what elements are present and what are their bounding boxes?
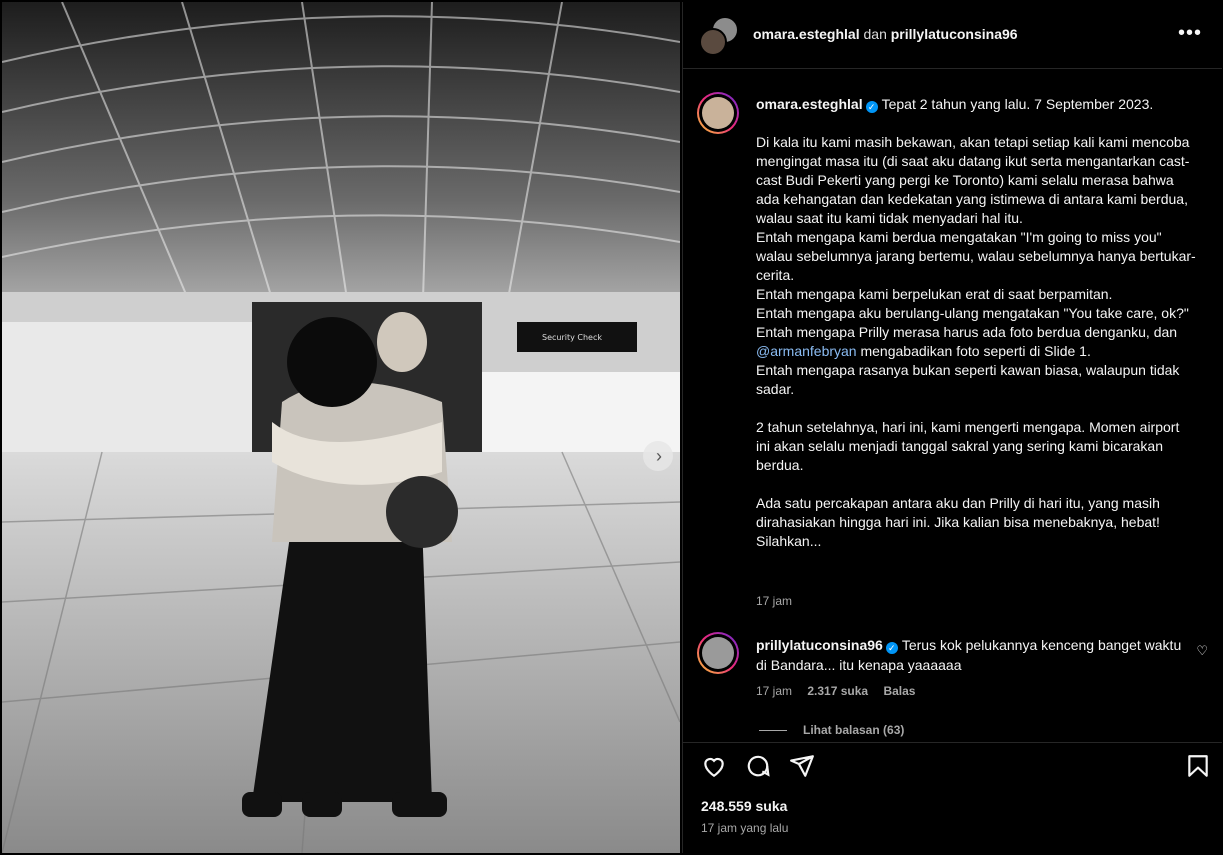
share-paper-plane-icon[interactable] — [789, 753, 815, 784]
comments-section[interactable]: omara.esteghlal ✓ Tepat 2 tahun yang lalu.… — [683, 69, 1222, 742]
post-authors: omara.esteghlal dan prillylatuconsina96 — [753, 26, 1018, 42]
caption-first-line: Tepat 2 tahun yang lalu. 7 September 202… — [881, 96, 1154, 112]
chevron-right-icon: › — [656, 446, 662, 466]
caption-line-3: Entah mengapa kami berpelukan erat di sa… — [756, 286, 1113, 302]
reply-button[interactable]: Balas — [883, 684, 915, 698]
caption-line-5: Entah mengapa Prilly merasa harus ada fo… — [756, 324, 1178, 359]
verified-badge-icon: ✓ — [865, 101, 878, 113]
comment-username[interactable]: prillylatuconsina96 — [756, 637, 883, 653]
action-bar: 248.559 suka 17 jam yang lalu — [683, 742, 1222, 854]
comment-like-heart-icon[interactable]: ♡ — [1196, 643, 1208, 659]
comment-likes[interactable]: 2.317 suka — [807, 684, 868, 698]
caption-paragraph-1: Di kala itu kami masih bekawan, akan tet… — [756, 134, 1190, 226]
like-heart-icon[interactable] — [701, 753, 727, 784]
caption-line-2: Entah mengapa kami berdua mengatakan "I'… — [756, 229, 1196, 283]
post-caption: omara.esteghlal ✓ Tepat 2 tahun yang lalu.… — [756, 95, 1196, 551]
comment-avatar[interactable] — [697, 632, 739, 674]
caption-avatar[interactable] — [697, 92, 739, 134]
collab-avatars[interactable] — [699, 16, 739, 56]
post-side-panel: omara.esteghlal dan prillylatuconsina96 … — [682, 2, 1222, 853]
view-replies-button[interactable]: Lihat balasan (63) — [759, 723, 904, 737]
caption-timestamp[interactable]: 17 jam — [756, 594, 792, 608]
caption-paragraph-3: Ada satu percakapan antara aku dan Prill… — [756, 495, 1160, 549]
caption-paragraph-2: 2 tahun setelahnya, hari ini, kami menge… — [756, 419, 1180, 473]
avatar-omara — [699, 28, 727, 56]
more-horizontal-icon[interactable]: ••• — [1178, 22, 1202, 45]
comment-time[interactable]: 17 jam — [756, 684, 792, 698]
comment: prillylatuconsina96 ✓ Terus kok pelukannya… — [756, 635, 1186, 675]
airport-hug-photo: Security Check — [2, 2, 680, 853]
author2-link[interactable]: prillylatuconsina96 — [891, 26, 1018, 42]
caption-line-6: Entah mengapa rasanya bukan seperti kawa… — [756, 362, 1180, 397]
bookmark-icon[interactable] — [1185, 753, 1211, 784]
caption-username[interactable]: omara.esteghlal — [756, 96, 863, 112]
mention-link[interactable]: @armanfebryan — [756, 343, 857, 359]
comment-bubble-icon[interactable] — [745, 753, 771, 784]
author1-link[interactable]: omara.esteghlal — [753, 26, 860, 42]
author-joiner: dan — [863, 26, 887, 42]
verified-badge-icon: ✓ — [885, 642, 898, 654]
post-age[interactable]: 17 jam yang lalu — [701, 821, 788, 835]
svg-text:Security Check: Security Check — [542, 333, 602, 342]
like-count[interactable]: 248.559 suka — [701, 798, 787, 814]
caption-line-4: Entah mengapa aku berulang-ulang mengata… — [756, 305, 1189, 321]
post-viewer: Security Check › omara.esteghlal dan pri… — [0, 0, 1223, 855]
post-header: omara.esteghlal dan prillylatuconsina96 … — [683, 2, 1222, 69]
comment-meta: 17 jam 2.317 suka Balas — [756, 684, 927, 698]
next-slide-button[interactable]: › — [643, 441, 673, 471]
post-photo[interactable]: Security Check › — [2, 2, 680, 853]
